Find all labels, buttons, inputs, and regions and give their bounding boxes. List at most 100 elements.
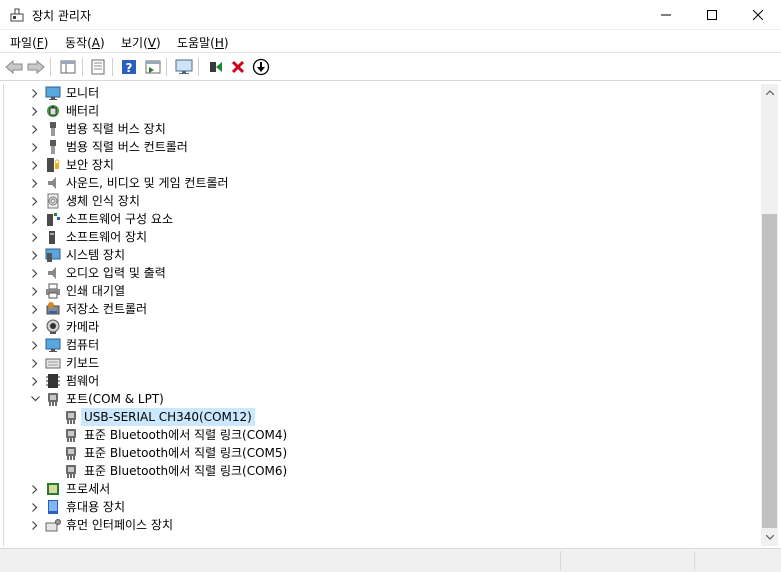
tree-category[interactable]: 휴먼 인터페이스 장치 — [4, 516, 761, 534]
scroll-up-button[interactable] — [761, 84, 778, 101]
chevron-right-icon — [32, 142, 38, 152]
menu-action[interactable]: 동작(A) — [65, 34, 105, 51]
action-pane-button[interactable] — [143, 57, 163, 77]
tree-category-label: 펌웨어 — [66, 374, 100, 388]
tree-category[interactable]: 소프트웨어 장치 — [4, 228, 761, 246]
expand-button[interactable] — [29, 519, 41, 531]
close-icon — [753, 10, 763, 20]
tree-device[interactable]: 표준 Bluetooth에서 직렬 링크(COM5) — [4, 444, 761, 462]
close-button[interactable] — [735, 0, 781, 30]
tree-category[interactable]: 휴대용 장치 — [4, 498, 761, 516]
tree-category[interactable]: 생체 인식 장치 — [4, 192, 761, 210]
expand-button[interactable] — [29, 177, 41, 189]
tree-category[interactable]: 오디오 입력 및 출력 — [4, 264, 761, 282]
collapse-button[interactable] — [29, 393, 41, 405]
properties-icon — [91, 59, 105, 75]
chevron-right-icon — [32, 502, 38, 512]
scroll-thumb[interactable] — [762, 214, 777, 528]
expand-button[interactable] — [29, 321, 41, 333]
software-device-icon — [49, 231, 55, 244]
expand-button[interactable] — [29, 213, 41, 225]
scan-hardware-icon — [175, 59, 193, 74]
toolbar-separator — [166, 58, 167, 76]
tree-category[interactable]: 컴퓨터 — [4, 336, 761, 354]
tree-category[interactable]: 모니터 — [4, 84, 761, 102]
tree-category-label: 소프트웨어 장치 — [66, 230, 148, 244]
uninstall-device-button[interactable] — [228, 57, 248, 77]
tree-category[interactable]: 범용 직렬 버스 컨트롤러 — [4, 138, 761, 156]
tree-category[interactable]: 보안 장치 — [4, 156, 761, 174]
expand-button[interactable] — [29, 267, 41, 279]
tree-category[interactable]: 인쇄 대기열 — [4, 282, 761, 300]
tree-device[interactable]: USB-SERIAL CH340(COM12) — [4, 408, 761, 426]
chevron-right-icon — [32, 196, 38, 206]
menu-help[interactable]: 도움말(H) — [177, 34, 229, 51]
tree-device[interactable]: 표준 Bluetooth에서 직렬 링크(COM4) — [4, 426, 761, 444]
help-button[interactable]: ? — [119, 57, 139, 77]
expand-button[interactable] — [29, 483, 41, 495]
expand-button[interactable] — [29, 303, 41, 315]
usb-controller-icon — [50, 140, 56, 154]
forward-button[interactable] — [26, 57, 46, 77]
expand-button[interactable] — [29, 375, 41, 387]
device-tree[interactable]: 모니터배터리 범용 직렬 버스 장치 범용 직렬 버스 컨트롤러 보안 장치 사운드, … — [3, 84, 761, 546]
device-manager-icon — [10, 8, 24, 22]
chevron-right-icon — [32, 286, 38, 296]
expand-button[interactable] — [29, 249, 41, 261]
scan-hardware-button[interactable] — [174, 57, 194, 77]
tree-category-label: 키보드 — [66, 356, 100, 370]
tree-category[interactable]: 프로세서 — [4, 480, 761, 498]
menu-bar: 파일(F) 동작(A) 보기(V) 도움말(H) — [0, 30, 781, 53]
toolbar-separator — [50, 58, 51, 76]
properties-button[interactable] — [88, 57, 108, 77]
enable-device-button[interactable] — [205, 57, 225, 77]
expand-button[interactable] — [29, 141, 41, 153]
computer-icon — [45, 338, 61, 352]
tree-category[interactable]: 범용 직렬 버스 장치 — [4, 120, 761, 138]
expand-button[interactable] — [29, 501, 41, 513]
expand-button[interactable] — [29, 285, 41, 297]
keyboard-icon — [45, 358, 61, 369]
tree-device-label: 표준 Bluetooth에서 직렬 링크(COM5) — [84, 446, 288, 460]
minimize-button[interactable] — [643, 0, 689, 30]
menu-view[interactable]: 보기(V) — [121, 34, 161, 51]
tree-category-label: 휴대용 장치 — [66, 500, 126, 514]
maximize-button[interactable] — [689, 0, 735, 30]
tree-category[interactable]: 포트(COM & LPT) — [4, 390, 761, 408]
storage-controller-icon — [46, 302, 60, 315]
tree-category[interactable]: 키보드 — [4, 354, 761, 372]
tree-category-label: 모니터 — [66, 86, 100, 100]
show-hide-tree-button[interactable] — [58, 57, 78, 77]
tree-category[interactable]: 카메라 — [4, 318, 761, 336]
expand-button[interactable] — [29, 231, 41, 243]
tree-category[interactable]: 저장소 컨트롤러 — [4, 300, 761, 318]
update-driver-button[interactable] — [251, 57, 271, 77]
speaker-icon — [48, 177, 56, 189]
menu-file-key: F — [36, 36, 44, 50]
back-button[interactable] — [4, 57, 24, 77]
tree-category[interactable]: 시스템 장치 — [4, 246, 761, 264]
tree-category[interactable]: 배터리 — [4, 102, 761, 120]
expand-button[interactable] — [29, 159, 41, 171]
toolbar-separator — [198, 58, 199, 76]
expand-button[interactable] — [29, 339, 41, 351]
tree-device[interactable]: 표준 Bluetooth에서 직렬 링크(COM6) — [4, 462, 761, 480]
expand-button[interactable] — [29, 87, 41, 99]
expand-button[interactable] — [29, 105, 41, 117]
chevron-down-icon — [765, 535, 774, 540]
scroll-down-button[interactable] — [761, 529, 778, 546]
tree-category[interactable]: 소프트웨어 구성 요소 — [4, 210, 761, 228]
tree-category-label: 프로세서 — [66, 482, 111, 496]
expand-button[interactable] — [29, 123, 41, 135]
tree-category[interactable]: 사운드, 비디오 및 게임 컨트롤러 — [4, 174, 761, 192]
portable-device-icon — [48, 500, 58, 514]
expand-button[interactable] — [29, 195, 41, 207]
help-icon: ? — [122, 60, 136, 75]
menu-file[interactable]: 파일(F) — [10, 34, 48, 51]
tree-device-label: 표준 Bluetooth에서 직렬 링크(COM4) — [84, 428, 288, 442]
expand-button[interactable] — [29, 357, 41, 369]
security-device-icon — [47, 158, 60, 172]
vertical-scrollbar[interactable] — [761, 84, 778, 546]
status-cell — [694, 551, 781, 571]
tree-category[interactable]: 펌웨어 — [4, 372, 761, 390]
